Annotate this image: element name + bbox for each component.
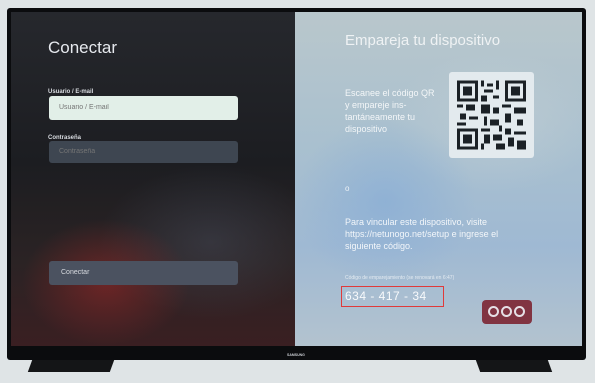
tv-brand-logo: SAMSUNG: [287, 353, 305, 357]
tv-stand-right: [475, 360, 553, 372]
password-input[interactable]: [49, 141, 238, 163]
logo-ring-icon: [501, 306, 512, 317]
tv-stand-left: [27, 360, 115, 372]
logo-ring-icon: [514, 306, 525, 317]
user-email-input[interactable]: [49, 96, 238, 120]
or-separator: o: [345, 184, 350, 193]
connect-button[interactable]: Conectar: [49, 261, 238, 285]
tv-screen: [11, 12, 582, 346]
pairing-code-label: Código de emparejamiento (se renovará en…: [345, 275, 455, 281]
app-logo: [482, 300, 532, 324]
user-field-label: Usuario / E-mail: [48, 89, 94, 95]
qr-code-icon: [457, 80, 526, 150]
logo-ring-icon: [488, 306, 499, 317]
link-instructions: Para vincular este dispositivo, visite h…: [345, 217, 499, 251]
login-panel: [11, 12, 295, 346]
qr-code: [449, 72, 534, 158]
pair-device-title: Empareja tu dispositivo: [345, 32, 501, 49]
pairing-code: 634 - 417 - 34: [345, 289, 427, 303]
qr-instructions: Escanee el código QR y empareje ins-tant…: [345, 88, 435, 134]
login-title: Conectar: [48, 38, 117, 57]
